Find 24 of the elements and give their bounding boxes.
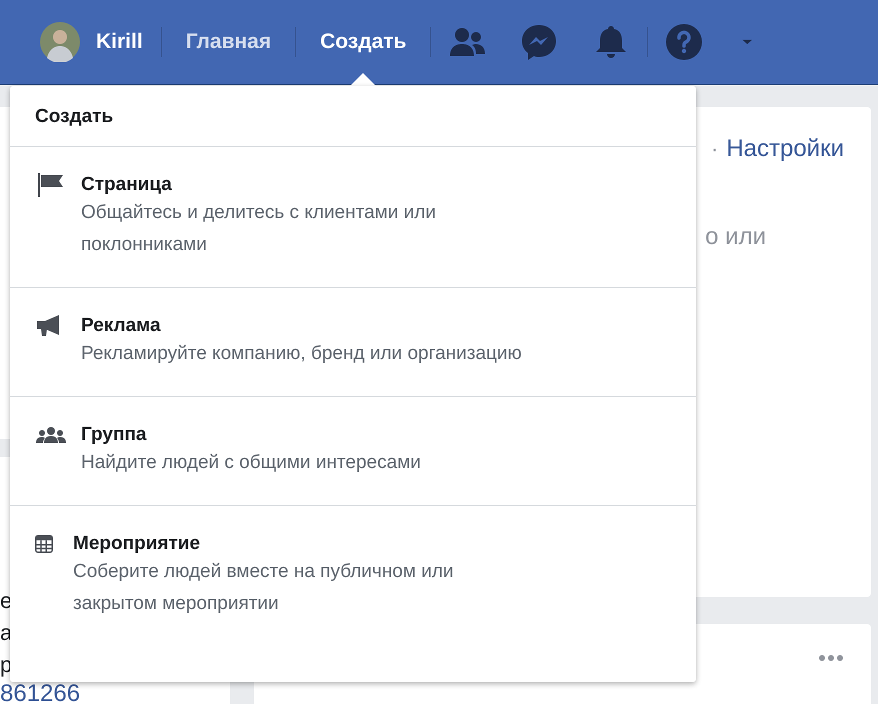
item-title: Группа	[81, 423, 148, 447]
card-text: о или	[705, 223, 766, 251]
menu-item[interactable]: Мероприятие Соберите людей вместе на публичном или закрытом мероприятии	[10, 506, 696, 646]
item-title: Мероприятие	[73, 532, 202, 556]
more-icon[interactable]	[818, 654, 844, 662]
item-description: Найдите людей с общими интересами	[81, 451, 422, 475]
nav-link[interactable]: Главная	[186, 24, 272, 60]
menu-item[interactable]: Страница Общайтесь и делитесь с клиентами или поклонниками	[10, 147, 696, 288]
help-icon[interactable]	[665, 23, 704, 61]
avatar[interactable]	[40, 22, 80, 62]
item-title: Страница	[81, 173, 173, 197]
item-description: Рекламируйте компанию, бренд или организацию	[81, 342, 523, 366]
settings-link[interactable]: Настройки	[726, 135, 844, 163]
profile-link[interactable]: Kirill	[96, 30, 143, 54]
item-description: Соберите людей вместе на публичном или закрытом мероприятии	[73, 560, 455, 616]
menu-title: Создать	[10, 86, 696, 147]
link-text[interactable]: 861266	[0, 681, 230, 704]
nav-link[interactable]: Создать	[320, 24, 406, 60]
item-title: Реклама	[81, 314, 162, 338]
messenger-icon[interactable]	[520, 23, 558, 61]
menu-item[interactable]: Реклама Рекламируйте компанию, бренд или организацию	[10, 288, 696, 397]
menu-item[interactable]: Группа Найдите людей с общими интересами	[10, 397, 696, 506]
item-description: Общайтесь и делитесь с клиентами или поклонниками	[81, 201, 437, 257]
separator-dot: ·	[710, 136, 718, 162]
